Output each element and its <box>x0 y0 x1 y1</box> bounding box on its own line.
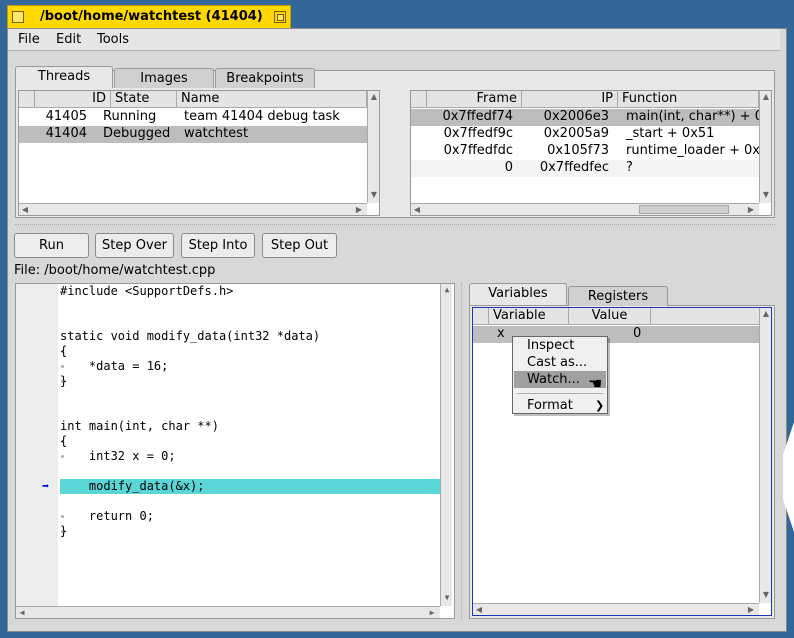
threads-list: ID State Name 41405 Running team 41404 d… <box>18 90 380 216</box>
menu-item-format[interactable]: Format <box>514 397 606 414</box>
variables-hscroll[interactable]: ◀ ▶ <box>473 603 759 615</box>
scroll-right-arrow-icon[interactable]: ▶ <box>745 604 757 615</box>
scroll-down-arrow-icon[interactable]: ▼ <box>368 189 379 201</box>
close-box-icon[interactable] <box>12 11 24 23</box>
source-line: int32 x = 0; <box>60 449 176 463</box>
scroll-left-arrow-icon[interactable]: ◀ <box>473 604 485 615</box>
col-ip[interactable]: IP <box>522 91 618 107</box>
thread-row-selected[interactable]: 41404 Debugged watchtest <box>19 126 367 143</box>
menu-bar: File Edit Tools <box>8 29 780 51</box>
scroll-down-arrow-icon[interactable]: ▼ <box>441 592 453 604</box>
source-line-current: modify_data(&x); <box>60 479 205 493</box>
menu-item-inspect[interactable]: Inspect <box>514 337 606 354</box>
scroll-left-arrow-icon[interactable]: ◀ <box>19 204 31 215</box>
stack-vscroll[interactable]: ▲ ▼ <box>759 91 771 203</box>
source-line: } <box>60 374 68 388</box>
source-line: { <box>60 344 68 358</box>
step-over-button[interactable]: Step Over <box>95 233 174 258</box>
stack-header: Frame IP Function <box>411 91 759 108</box>
source-line: #include <SupportDefs.h> <box>60 284 234 298</box>
menu-item-cast-as[interactable]: Cast as... <box>514 354 606 371</box>
tab-threads[interactable]: Threads <box>15 66 113 88</box>
threads-hscroll[interactable]: ◀ ▶ <box>19 203 367 215</box>
col-id[interactable]: ID <box>35 91 111 107</box>
stack-row-selected[interactable]: 0x7ffedf74 0x2006e3 main(int, char**) + … <box>411 109 771 126</box>
source-line: int main(int, char **) <box>60 419 219 433</box>
menu-tools[interactable]: Tools <box>97 32 129 47</box>
threads-header: ID State Name <box>19 91 367 108</box>
stack-row[interactable]: 0x7ffedf9c 0x2005a9 _start + 0x51 <box>411 126 759 143</box>
vertical-splitter[interactable] <box>461 283 463 619</box>
tab-images[interactable]: Images <box>114 68 214 88</box>
source-line: } <box>60 524 68 538</box>
current-line-arrow-icon: ➡ <box>42 479 50 493</box>
window-title-tab[interactable]: /boot/home/watchtest (41404) <box>7 5 291 29</box>
file-path-label: File: /boot/home/watchtest.cpp <box>14 263 216 278</box>
step-into-button[interactable]: Step Into <box>181 233 255 258</box>
submenu-arrow-icon: ❯ <box>595 399 605 412</box>
menu-separator <box>517 393 603 394</box>
scroll-up-arrow-icon[interactable]: ▲ <box>368 91 379 103</box>
scroll-right-arrow-icon[interactable]: ▶ <box>745 204 757 215</box>
scroll-left-arrow-icon[interactable]: ◀ <box>16 607 28 618</box>
source-line: *data = 16; <box>60 359 169 373</box>
source-view[interactable]: #include <SupportDefs.h> static void mod… <box>15 283 455 619</box>
thread-row[interactable]: 41405 Running team 41404 debug task <box>19 109 367 126</box>
menu-file[interactable]: File <box>18 32 40 47</box>
source-line: static void modify_data(int32 *data) <box>60 329 321 343</box>
source-vscroll[interactable]: ▲ ▼ <box>440 284 452 606</box>
splitter[interactable] <box>15 224 775 226</box>
tab-variables[interactable]: Variables <box>469 283 567 305</box>
stack-trace-list: Frame IP Function 0x7ffedf74 0x2006e3 ma… <box>410 90 772 216</box>
scroll-down-arrow-icon[interactable]: ▼ <box>760 589 771 601</box>
hand-cursor-icon: ☚ <box>588 374 603 393</box>
window-title: /boot/home/watchtest (41404) <box>40 9 263 24</box>
variables-vscroll[interactable]: ▲ ▼ <box>759 308 771 603</box>
col-state[interactable]: State <box>111 91 177 107</box>
source-gutter[interactable] <box>16 284 58 606</box>
col-function[interactable]: Function <box>618 91 759 107</box>
scroll-up-arrow-icon[interactable]: ▲ <box>441 284 453 296</box>
run-button[interactable]: Run <box>14 233 89 258</box>
tab-registers[interactable]: Registers <box>568 286 668 306</box>
source-hscroll[interactable]: ◀ ▶ <box>16 606 440 618</box>
col-value[interactable]: Value <box>569 308 651 324</box>
threads-vscroll[interactable]: ▲ ▼ <box>367 91 379 203</box>
stack-row[interactable]: 0x7ffedfdc 0x105f73 runtime_loader + 0x1 <box>411 143 769 160</box>
menu-edit[interactable]: Edit <box>56 32 81 47</box>
col-variable[interactable]: Variable <box>489 308 569 324</box>
stack-row[interactable]: 0 0x7ffedfec ? <box>411 160 759 177</box>
zoom-box-icon[interactable] <box>274 11 286 23</box>
stack-hscroll[interactable]: ◀ ▶ <box>411 203 759 215</box>
tab-breakpoints[interactable]: Breakpoints <box>215 68 315 88</box>
scroll-right-arrow-icon[interactable]: ▶ <box>426 607 438 618</box>
scroll-left-arrow-icon[interactable]: ◀ <box>411 204 423 215</box>
scroll-up-arrow-icon[interactable]: ▲ <box>760 308 771 320</box>
hscroll-thumb[interactable] <box>639 205 729 214</box>
scroll-down-arrow-icon[interactable]: ▼ <box>760 189 771 201</box>
step-out-button[interactable]: Step Out <box>262 233 337 258</box>
col-frame[interactable]: Frame <box>427 91 522 107</box>
col-name[interactable]: Name <box>177 91 367 107</box>
scroll-up-arrow-icon[interactable]: ▲ <box>760 91 771 103</box>
source-line: { <box>60 434 68 448</box>
scroll-right-arrow-icon[interactable]: ▶ <box>353 204 365 215</box>
variables-header: Variable Value <box>473 308 759 325</box>
source-line: return 0; <box>60 509 154 523</box>
